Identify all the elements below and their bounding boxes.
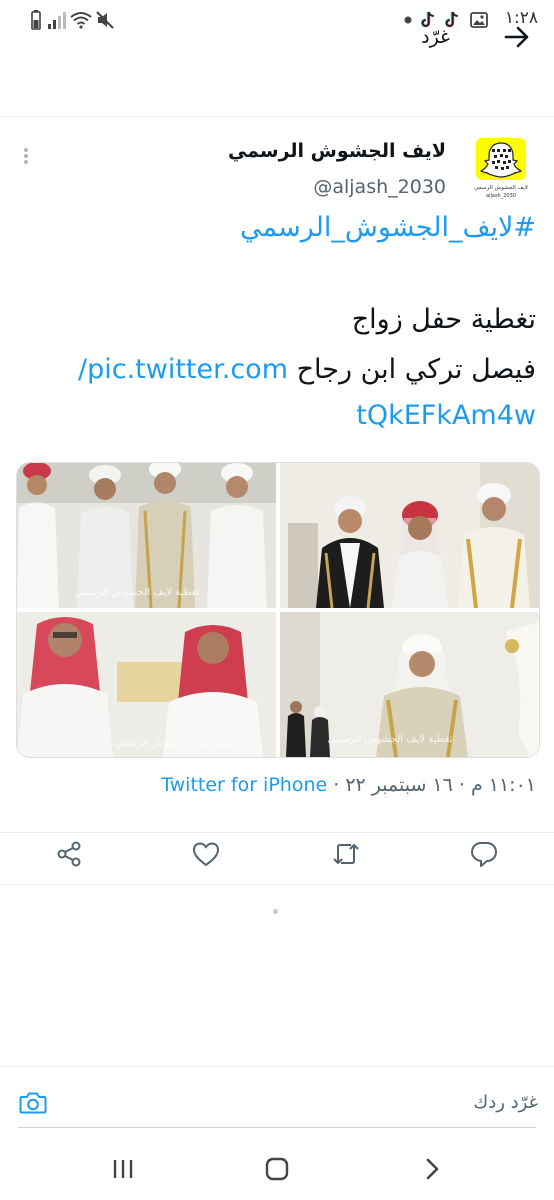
author-name[interactable]: لايف الجشوش الرسمي [228,140,446,162]
avatar-handle: aljash_2030 [486,193,516,199]
reply-placeholder: غرّد ردك [473,1092,538,1113]
input-underline [18,1127,536,1128]
back-icon[interactable] [416,1152,450,1186]
retweet-icon[interactable] [330,838,362,870]
camera-icon[interactable] [18,1088,48,1118]
mute-icon [96,10,114,30]
tweet-photo[interactable]: تغطية لايف الجشوش الرسمي [17,612,276,757]
image-icon [470,10,488,30]
divider [0,884,554,885]
app-header [0,40,554,117]
tweet-photo[interactable] [280,463,539,608]
photo-watermark: تغطية لايف الجشوش الرسمي [75,587,200,598]
pic-link[interactable]: tQkEFkAm4w [356,400,536,431]
more-options-icon[interactable] [22,146,30,166]
arrow-right-icon[interactable] [502,22,532,52]
divider [0,832,554,833]
photo-watermark: تغطية لايف الجشوش الرسمي [328,734,453,745]
tweet-text-line: فيصل تركي ابن رجاح pic.twitter.com/ [78,354,536,385]
status-bar: ١:٢٨ [0,0,554,40]
photo-watermark: تغطية لايف الجشوش الرسمي [115,738,240,749]
reply-icon[interactable] [468,838,500,870]
avatar[interactable]: لايف الجشوش الرسمي aljash_2030 [474,136,528,200]
share-icon[interactable] [53,838,85,870]
avatar-caption: لايف الجشوش الرسمي [474,185,528,191]
wifi-icon [70,10,92,30]
hashtag-link[interactable]: #لايف_الجشوش_الرسمي [240,212,536,243]
tweet-photo[interactable]: تغطية لايف الجشوش الرسمي [280,612,539,757]
tweet-source-link[interactable]: Twitter for iPhone [161,774,327,796]
tweet-text-line: تغطية حفل زواج [351,304,536,335]
tweet-photo[interactable]: تغطية لايف الجشوش الرسمي [17,463,276,608]
author-handle[interactable]: @aljash_2030 [313,176,446,198]
recent-apps-icon[interactable] [106,1152,140,1186]
tweet-meta: ١١:٠١ م · ١٦ سبتمبر ٢٢ · Twitter for iPh… [161,774,536,796]
home-icon[interactable] [260,1152,294,1186]
pic-link[interactable]: pic.twitter.com/ [78,354,288,385]
reply-input[interactable] [0,1067,554,1127]
tweet-timestamp: ١١:٠١ م · ١٦ سبتمبر ٢٢ · [327,774,536,796]
loading-indicator [273,909,278,914]
like-icon[interactable] [190,838,222,870]
notification-dot-icon [404,10,412,30]
signal-icon [48,10,68,30]
battery-icon [30,10,42,30]
page-title: غرّد [421,26,450,48]
photo-grid: تغطية لايف الجشوش الرسمي تغطية لايف الجش… [16,462,540,758]
tweet-text: فيصل تركي ابن رجاح [288,354,536,385]
